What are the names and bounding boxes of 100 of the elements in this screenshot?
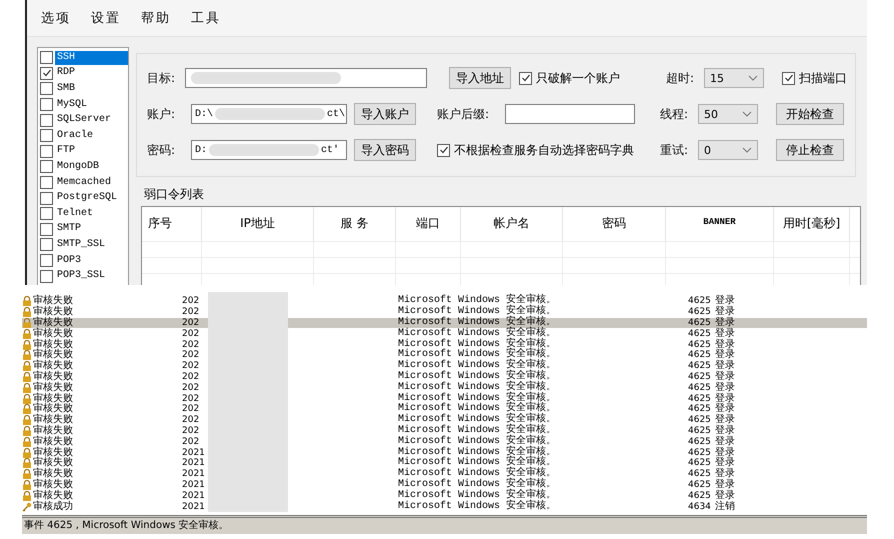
checkbox[interactable] xyxy=(40,254,53,268)
account-field[interactable]: D:\ ct\ xyxy=(191,104,347,124)
field-value: D:\ xyxy=(195,108,214,120)
stop-button[interactable]: 停止检查 xyxy=(776,139,844,161)
protocol-item[interactable]: SMTP xyxy=(55,222,128,236)
protocol-item[interactable]: FTP xyxy=(55,144,128,158)
import-password-button[interactable]: 导入密码 xyxy=(354,139,416,161)
event-date: 2021 xyxy=(182,502,206,512)
event-type: 审核失败 xyxy=(33,361,73,372)
lock-icon xyxy=(22,382,32,393)
field-label: 目标: xyxy=(147,70,176,86)
column-header[interactable]: 服 务 xyxy=(314,207,396,241)
checkbox[interactable] xyxy=(40,160,53,174)
column-header[interactable]: IP地址 xyxy=(202,207,314,241)
event-id: 4625 xyxy=(688,382,712,393)
event-date: 202 xyxy=(182,350,200,360)
event-type: 审核失败 xyxy=(33,469,73,480)
column-header[interactable]: 帐户名 xyxy=(461,207,563,241)
column-header[interactable]: 序号 xyxy=(142,207,202,241)
suffix-field[interactable] xyxy=(505,104,635,124)
status-bar: 事件 4625 , Microsoft Windows 安全审核。 xyxy=(22,514,867,534)
checkbox[interactable] xyxy=(40,222,53,236)
checkbox[interactable] xyxy=(40,114,53,127)
dropdown[interactable]: 50 xyxy=(698,104,758,124)
protocol-item[interactable]: Memcached xyxy=(55,176,128,190)
event-type: 审核失败 xyxy=(33,318,73,328)
protocol-item[interactable]: RDP xyxy=(55,66,128,80)
event-type: 审核失败 xyxy=(33,372,73,382)
lock-icon xyxy=(22,436,32,447)
event-type: 审核失败 xyxy=(33,340,73,350)
event-id: 4625 xyxy=(688,318,712,328)
checkbox[interactable] xyxy=(519,72,532,84)
menu-item[interactable]: 帮助 xyxy=(141,9,171,27)
checkbox[interactable] xyxy=(40,144,53,158)
log-row[interactable]: 审核成功 2021 Microsoft Windows 安全审核。 4634 注销 xyxy=(22,501,867,512)
dropdown[interactable]: 0 xyxy=(698,140,758,160)
target-field[interactable] xyxy=(185,68,427,88)
event-date: 202 xyxy=(182,372,200,382)
protocol-item[interactable]: SQLServer xyxy=(55,113,128,128)
dropdown[interactable]: 15 xyxy=(704,68,764,88)
lock-icon xyxy=(22,448,32,458)
menu-item[interactable]: 设置 xyxy=(91,9,121,27)
event-id: 4625 xyxy=(688,404,712,414)
protocol-item[interactable]: Telnet xyxy=(55,206,128,221)
lock-icon xyxy=(22,296,32,306)
protocol-item[interactable]: MongoDB xyxy=(55,160,128,174)
menu-item[interactable]: 选项 xyxy=(41,9,71,27)
event-type: 审核失败 xyxy=(33,436,73,447)
event-category: 登录 xyxy=(715,394,736,404)
checkbox[interactable] xyxy=(40,66,53,80)
protocol-item[interactable]: SMTP_SSL xyxy=(55,238,128,252)
event-type: 审核失败 xyxy=(33,448,73,458)
event-date: 202 xyxy=(182,296,200,306)
protocol-item[interactable]: SSH xyxy=(55,50,128,65)
column-header[interactable]: 用时[毫秒] xyxy=(774,207,850,241)
checkbox[interactable] xyxy=(40,82,53,96)
event-type: 审核失败 xyxy=(33,394,73,404)
event-date: 202 xyxy=(182,340,200,350)
column-header[interactable]: 密码 xyxy=(563,207,666,241)
menu-item[interactable]: 工具 xyxy=(191,9,221,27)
start-button[interactable]: 开始检查 xyxy=(776,103,844,125)
protocol-item[interactable]: PostgreSQL xyxy=(55,191,128,206)
event-type: 审核失败 xyxy=(33,296,73,306)
event-category: 登录 xyxy=(715,426,736,436)
import-account-button[interactable]: 导入账户 xyxy=(354,103,416,125)
lock-icon xyxy=(22,318,32,328)
event-type: 审核失败 xyxy=(33,490,73,501)
protocol-item[interactable]: MySQL xyxy=(55,98,128,112)
protocol-item[interactable]: POP3 xyxy=(55,254,128,268)
checkbox[interactable] xyxy=(40,270,53,283)
column-header[interactable]: BANNER xyxy=(666,207,774,241)
event-id: 4625 xyxy=(688,490,712,501)
checkbox[interactable] xyxy=(40,207,53,220)
lock-icon xyxy=(22,480,32,490)
lock-icon xyxy=(22,415,32,426)
checkbox[interactable] xyxy=(40,98,53,112)
checkbox[interactable] xyxy=(40,129,53,142)
protocol-item[interactable]: POP3_SSL xyxy=(55,269,128,284)
field-label: 账户: xyxy=(147,106,176,122)
checkbox[interactable] xyxy=(40,51,53,64)
event-type: 审核失败 xyxy=(33,328,73,339)
checkbox[interactable] xyxy=(40,192,53,205)
checkbox[interactable] xyxy=(782,72,796,84)
event-id: 4625 xyxy=(688,458,712,468)
column-header[interactable]: 端口 xyxy=(396,207,461,241)
event-id: 4625 xyxy=(688,372,712,382)
event-date: 202 xyxy=(182,394,200,404)
event-id: 4625 xyxy=(688,415,712,426)
password-field[interactable]: D: ct' xyxy=(191,140,347,160)
event-date: 202 xyxy=(182,328,200,339)
import-address-button[interactable]: 导入地址 xyxy=(449,67,511,89)
protocol-item[interactable]: SMB xyxy=(55,82,128,96)
protocol-item[interactable]: Oracle xyxy=(55,128,128,143)
event-date: 202 xyxy=(182,426,200,436)
checkbox[interactable] xyxy=(40,176,53,190)
checkbox[interactable] xyxy=(437,144,450,156)
field-label: 超时: xyxy=(666,70,694,86)
event-id: 4625 xyxy=(688,340,712,350)
checkbox[interactable] xyxy=(40,238,53,252)
event-source: Microsoft Windows 安全审核。 xyxy=(398,436,558,447)
